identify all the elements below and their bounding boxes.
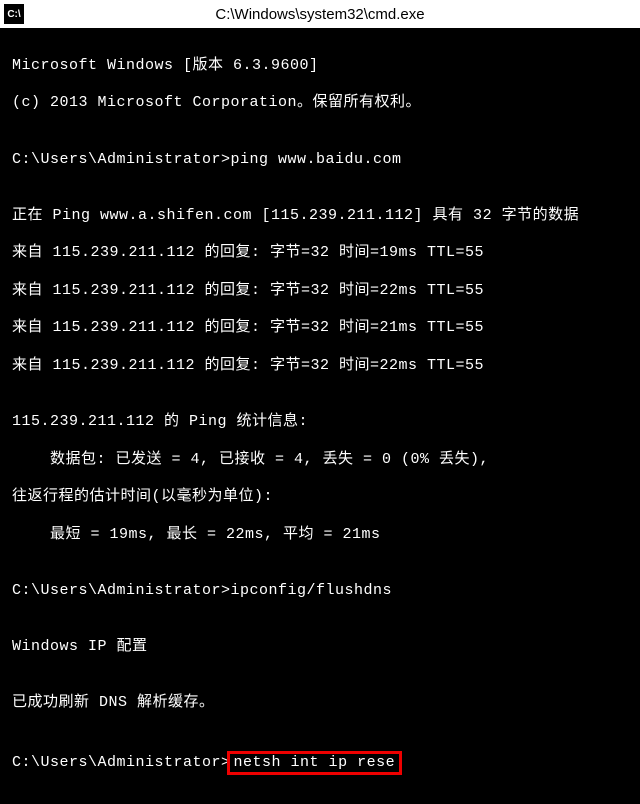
- cmd-icon-label: C:\: [7, 9, 20, 20]
- prompt-line: C:\Users\Administrator>ping www.baidu.co…: [12, 151, 628, 170]
- output-line: 来自 115.239.211.112 的回复: 字节=32 时间=19ms TT…: [12, 244, 628, 263]
- output-line: 最短 = 19ms, 最长 = 22ms, 平均 = 21ms: [12, 526, 628, 545]
- highlighted-command: netsh int ip rese: [227, 751, 403, 776]
- output-line: 往返行程的估计时间(以毫秒为单位):: [12, 488, 628, 507]
- output-line: Microsoft Windows [版本 6.3.9600]: [12, 57, 628, 76]
- output-line: 数据包: 已发送 = 4, 已接收 = 4, 丢失 = 0 (0% 丢失),: [12, 451, 628, 470]
- prompt: C:\Users\Administrator>: [12, 754, 231, 771]
- output-line: 来自 115.239.211.112 的回复: 字节=32 时间=21ms TT…: [12, 319, 628, 338]
- prompt-line: C:\Users\Administrator>ipconfig/flushdns: [12, 582, 628, 601]
- cmd-icon: C:\: [4, 4, 24, 24]
- output-line: (c) 2013 Microsoft Corporation。保留所有权利。: [12, 94, 628, 113]
- current-command-line: C:\Users\Administrator>netsh int ip rese: [12, 751, 628, 776]
- terminal-output[interactable]: Microsoft Windows [版本 6.3.9600] (c) 2013…: [0, 28, 640, 804]
- output-line: 来自 115.239.211.112 的回复: 字节=32 时间=22ms TT…: [12, 357, 628, 376]
- output-line: 正在 Ping www.a.shifen.com [115.239.211.11…: [12, 207, 628, 226]
- window-titlebar: C:\ C:\Windows\system32\cmd.exe: [0, 0, 640, 28]
- output-line: 来自 115.239.211.112 的回复: 字节=32 时间=22ms TT…: [12, 282, 628, 301]
- window-title: C:\Windows\system32\cmd.exe: [32, 6, 608, 23]
- output-line: 已成功刷新 DNS 解析缓存。: [12, 694, 628, 713]
- output-line: Windows IP 配置: [12, 638, 628, 657]
- output-line: 115.239.211.112 的 Ping 统计信息:: [12, 413, 628, 432]
